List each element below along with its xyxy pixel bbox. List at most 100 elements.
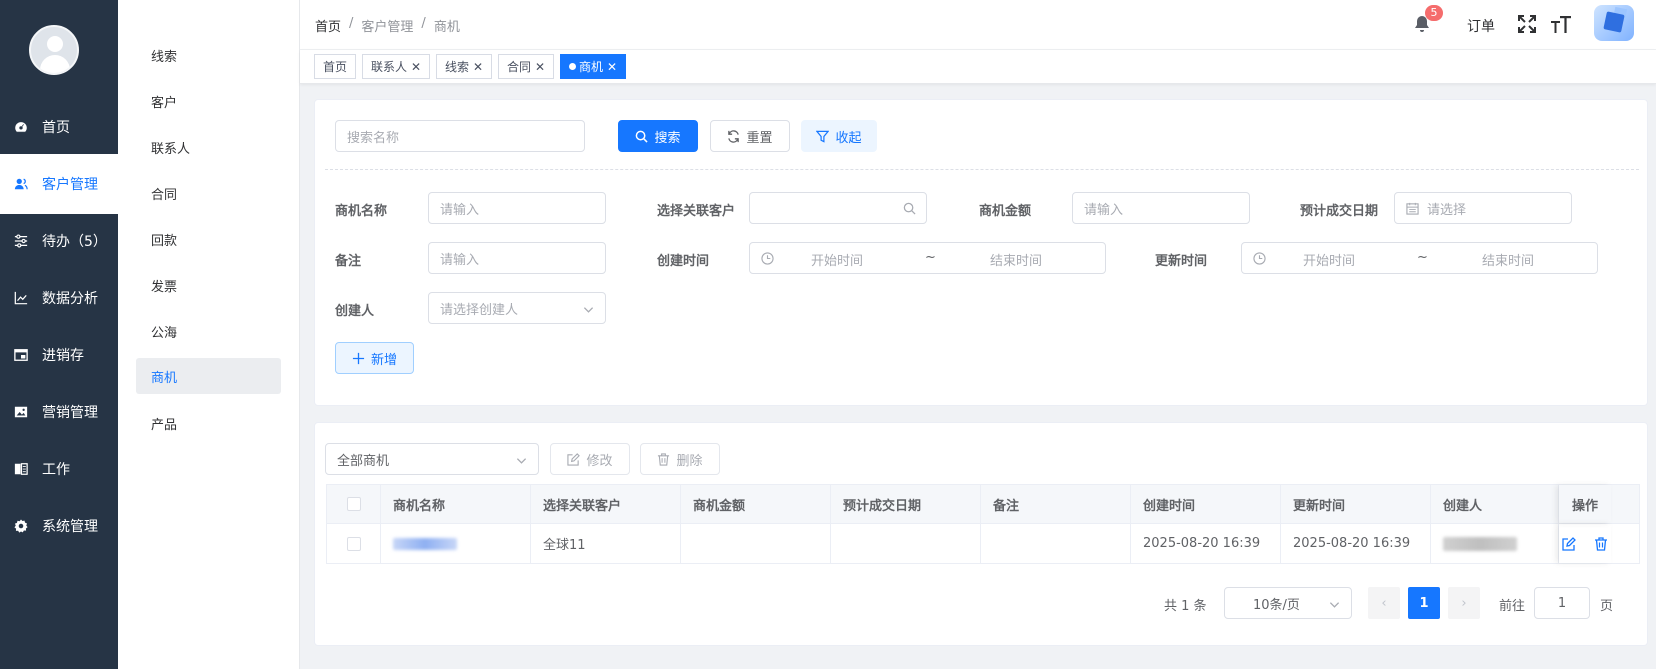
close-icon[interactable]: ✕ xyxy=(607,60,617,74)
opportunity-name-cell[interactable] xyxy=(381,524,531,563)
opportunity-table: 商机名称 选择关联客户 商机金额 预计成交日期 备注 创建时间 更新时间 创建人… xyxy=(326,484,1640,564)
search-placeholder: 搜索名称 xyxy=(347,130,400,146)
nav-item-inventory[interactable]: 进销存 xyxy=(0,325,118,385)
submenu-item-customers[interactable]: 客户 xyxy=(136,83,281,119)
prev-page-button[interactable]: ‹ xyxy=(1368,587,1400,619)
breadcrumb: 首页 / 客户管理 / 商机 xyxy=(315,16,460,35)
placeholder: 请输入 xyxy=(440,202,480,218)
amount-cell xyxy=(681,524,831,563)
chart-icon xyxy=(12,291,30,305)
column-header[interactable]: 商机金额 xyxy=(681,485,831,523)
plus-icon xyxy=(352,352,365,364)
scope-select[interactable]: 全部商机 xyxy=(325,443,539,475)
close-icon[interactable]: ✕ xyxy=(535,60,545,74)
range-end: 结束时间 xyxy=(990,254,1043,269)
name-filter-label: 商机名称 xyxy=(335,204,388,219)
edit-button[interactable]: 修改 xyxy=(550,443,630,475)
user-avatar-small[interactable] xyxy=(1594,5,1634,41)
submenu-item-payments[interactable]: 回款 xyxy=(136,221,281,257)
next-page-button[interactable]: › xyxy=(1448,587,1480,619)
tag-opportunities[interactable]: 商机 ✕ xyxy=(560,54,627,79)
scope-select-value: 全部商机 xyxy=(337,453,390,469)
placeholder: 请输入 xyxy=(440,252,480,268)
delete-button[interactable]: 删除 xyxy=(640,443,720,475)
add-button[interactable]: 新增 xyxy=(335,342,414,374)
nav-item-home[interactable]: 首页 xyxy=(0,97,118,157)
actions-cell xyxy=(1559,524,1611,563)
chevron-down-icon xyxy=(516,458,527,464)
column-header[interactable]: 选择关联客户 xyxy=(531,485,681,523)
amount-filter-input[interactable]: 请输入 xyxy=(1072,192,1250,224)
nav-item-label: 数据分析 xyxy=(42,291,98,307)
remark-filter-input[interactable]: 请输入 xyxy=(428,242,606,274)
submenu-item-leads[interactable]: 线索 xyxy=(136,37,281,73)
nav-item-analytics[interactable]: 数据分析 xyxy=(0,268,118,328)
submenu-item-opportunities[interactable]: 商机 xyxy=(136,358,281,394)
page-1-button[interactable]: 1 xyxy=(1408,587,1440,619)
tag-contracts[interactable]: 合同 ✕ xyxy=(498,54,555,79)
breadcrumb-home[interactable]: 首页 xyxy=(315,16,341,35)
customer-filter-label: 选择关联客户 xyxy=(657,204,736,219)
search-input[interactable]: 搜索名称 xyxy=(335,120,585,152)
nav-item-system[interactable]: 系统管理 xyxy=(0,496,118,556)
redacted-name[interactable] xyxy=(393,537,457,550)
font-size-icon[interactable] xyxy=(1550,14,1572,34)
updated-range-picker[interactable]: 开始时间 ~ 结束时间 xyxy=(1241,242,1598,274)
user-avatar[interactable] xyxy=(29,25,79,75)
column-header[interactable]: 创建人 xyxy=(1431,485,1559,523)
goto-page-input[interactable]: 1 xyxy=(1534,587,1590,619)
trash-icon xyxy=(658,452,670,466)
nav-item-marketing[interactable]: 营销管理 xyxy=(0,382,118,442)
column-header[interactable]: 创建时间 xyxy=(1131,485,1281,523)
created-filter-label: 创建时间 xyxy=(657,254,710,269)
refresh-icon xyxy=(728,129,740,143)
page-size-select[interactable]: 10条/页 xyxy=(1224,587,1352,619)
name-filter-input[interactable]: 请输入 xyxy=(428,192,606,224)
table-header: 商机名称 选择关联客户 商机金额 预计成交日期 备注 创建时间 更新时间 创建人… xyxy=(327,485,1639,524)
nav-item-label: 进销存 xyxy=(42,348,84,364)
close-icon[interactable]: ✕ xyxy=(411,60,421,74)
column-header[interactable]: 备注 xyxy=(981,485,1131,523)
delete-button-label: 删除 xyxy=(676,453,703,469)
tag-home[interactable]: 首页 xyxy=(314,54,357,79)
creator-select[interactable]: 请选择创建人 xyxy=(428,292,606,324)
chevron-down-icon xyxy=(583,307,594,313)
submenu-item-contacts[interactable]: 联系人 xyxy=(136,129,281,165)
range-start: 开始时间 xyxy=(1303,254,1356,269)
row-checkbox[interactable] xyxy=(346,536,361,551)
chevron-down-icon xyxy=(1329,602,1340,608)
goto-page-value: 1 xyxy=(1557,595,1567,611)
trash-icon[interactable] xyxy=(1594,536,1608,551)
nav-item-todo[interactable]: 待办（5） xyxy=(0,211,118,271)
created-range-picker[interactable]: 开始时间 ~ 结束时间 xyxy=(749,242,1106,274)
edit-icon xyxy=(567,452,581,466)
deal-date-picker[interactable]: 请选择 xyxy=(1394,192,1572,224)
collapse-button[interactable]: 收起 xyxy=(801,120,877,152)
order-link[interactable]: 订单 xyxy=(1467,16,1495,36)
nav-item-customer[interactable]: 客户管理 xyxy=(0,154,118,214)
search-icon xyxy=(636,130,649,143)
submenu-item-invoices[interactable]: 发票 xyxy=(136,267,281,303)
reset-button[interactable]: 重置 xyxy=(710,120,790,152)
table-row[interactable]: 全球11 2025-08-20 16:39 2025-08-20 16:39 xyxy=(327,524,1639,563)
column-header[interactable]: 预计成交日期 xyxy=(831,485,981,523)
column-header[interactable]: 商机名称 xyxy=(381,485,531,523)
select-all-checkbox[interactable] xyxy=(346,497,361,511)
nav-item-work[interactable]: 工作 xyxy=(0,439,118,499)
fullscreen-icon[interactable] xyxy=(1518,15,1536,33)
table-card: 全部商机 修改 删除 商机名称 选择关联客户 商机金额 预计成交日期 备注 创建… xyxy=(314,422,1648,646)
search-button[interactable]: 搜索 xyxy=(618,120,698,152)
submenu-item-public-pool[interactable]: 公海 xyxy=(136,313,281,349)
column-header[interactable]: 更新时间 xyxy=(1281,485,1431,523)
sliders-icon xyxy=(12,234,30,248)
edit-icon[interactable] xyxy=(1562,536,1576,551)
tag-contacts[interactable]: 联系人 ✕ xyxy=(362,54,431,79)
deal-date-filter-label: 预计成交日期 xyxy=(1300,204,1379,219)
customer-select-input[interactable] xyxy=(749,192,927,224)
range-separator: ~ xyxy=(1417,250,1428,265)
tag-leads[interactable]: 线索 ✕ xyxy=(436,54,493,79)
submenu-item-contracts[interactable]: 合同 xyxy=(136,175,281,211)
tag-label: 线索 xyxy=(445,60,470,74)
close-icon[interactable]: ✕ xyxy=(473,60,483,74)
submenu-item-products[interactable]: 产品 xyxy=(136,405,281,441)
